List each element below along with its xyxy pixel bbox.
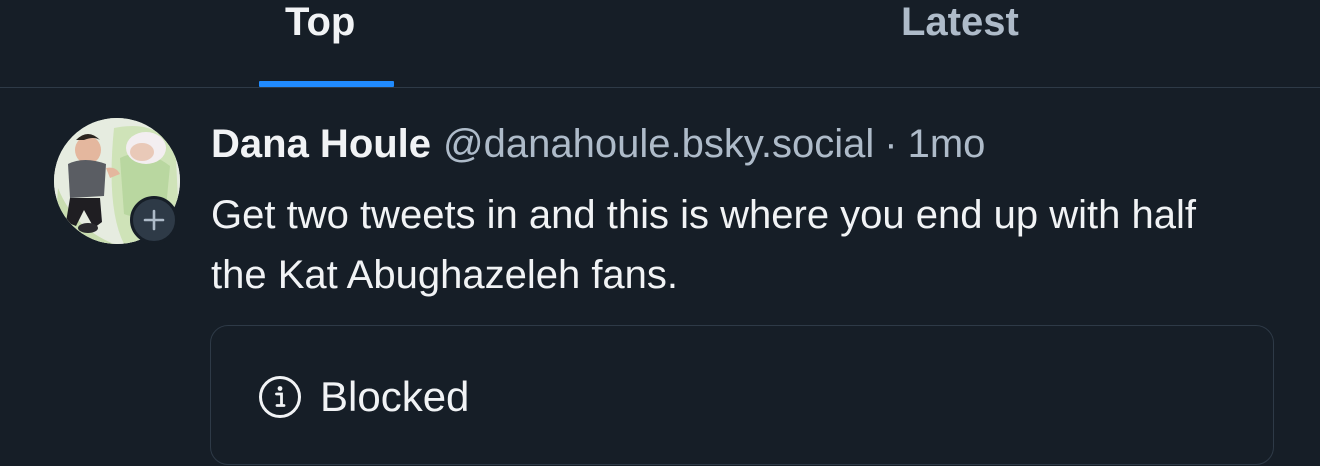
author-handle[interactable]: @danahoule.bsky.social	[443, 122, 874, 166]
plus-icon	[143, 209, 165, 231]
post-timestamp[interactable]: 1mo	[908, 122, 986, 166]
active-tab-indicator	[259, 81, 394, 87]
follow-button[interactable]	[130, 196, 178, 244]
post-item[interactable]: Dana Houle @danahoule.bsky.social · 1mo Get…	[0, 88, 1320, 466]
blocked-label: Blocked	[320, 373, 470, 420]
feed-tabs: Top Latest	[0, 0, 1320, 88]
blocked-embed: Blocked	[210, 325, 1274, 465]
post-body-text: Get two tweets in and this is where you …	[211, 193, 1196, 297]
tab-latest[interactable]: Latest	[901, 0, 1019, 50]
author-display-name[interactable]: Dana Houle	[211, 122, 431, 166]
separator-dot: ·	[884, 122, 898, 166]
tab-top[interactable]: Top	[285, 0, 355, 50]
post-header: Dana Houle @danahoule.bsky.social · 1mo	[211, 118, 985, 170]
info-icon	[259, 376, 301, 418]
feed-screen: Top Latest Dana Houle @danahoule.bsky.so…	[0, 0, 1320, 466]
